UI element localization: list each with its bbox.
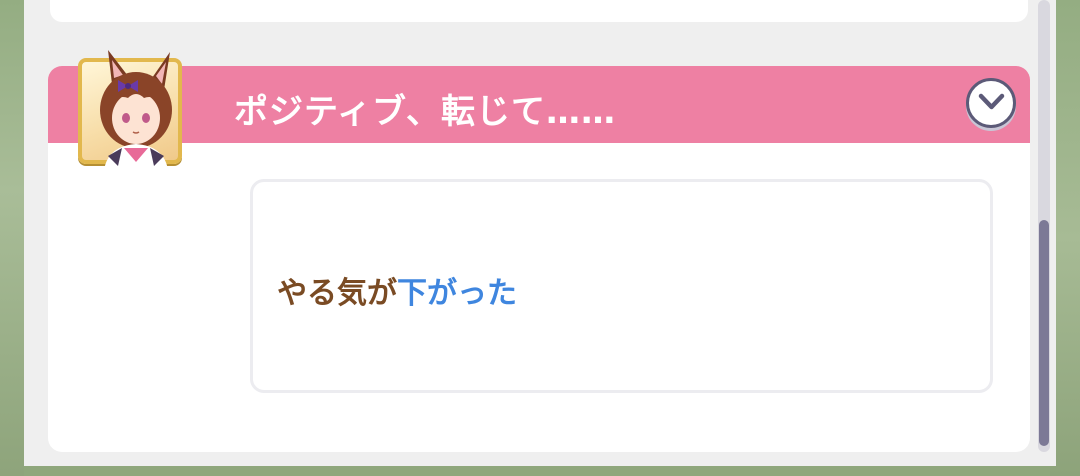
chevron-down-icon [978,93,1005,110]
event-header[interactable]: ポジティブ、転じて…… [48,66,1030,143]
character-portrait [100,50,172,170]
event-result-box: やる気が下がった [250,179,993,393]
collapse-toggle-button[interactable] [966,78,1016,128]
event-title: ポジティブ、転じて…… [234,92,616,132]
character-avatar [78,50,182,170]
scrollbar-thumb[interactable] [1039,220,1049,446]
event-result-text: やる気が下がった [277,268,517,312]
result-accent-text: 下がった [397,276,517,311]
result-main-text: やる気が [277,276,397,311]
previous-event-card [50,0,1028,22]
background-left [0,0,24,476]
